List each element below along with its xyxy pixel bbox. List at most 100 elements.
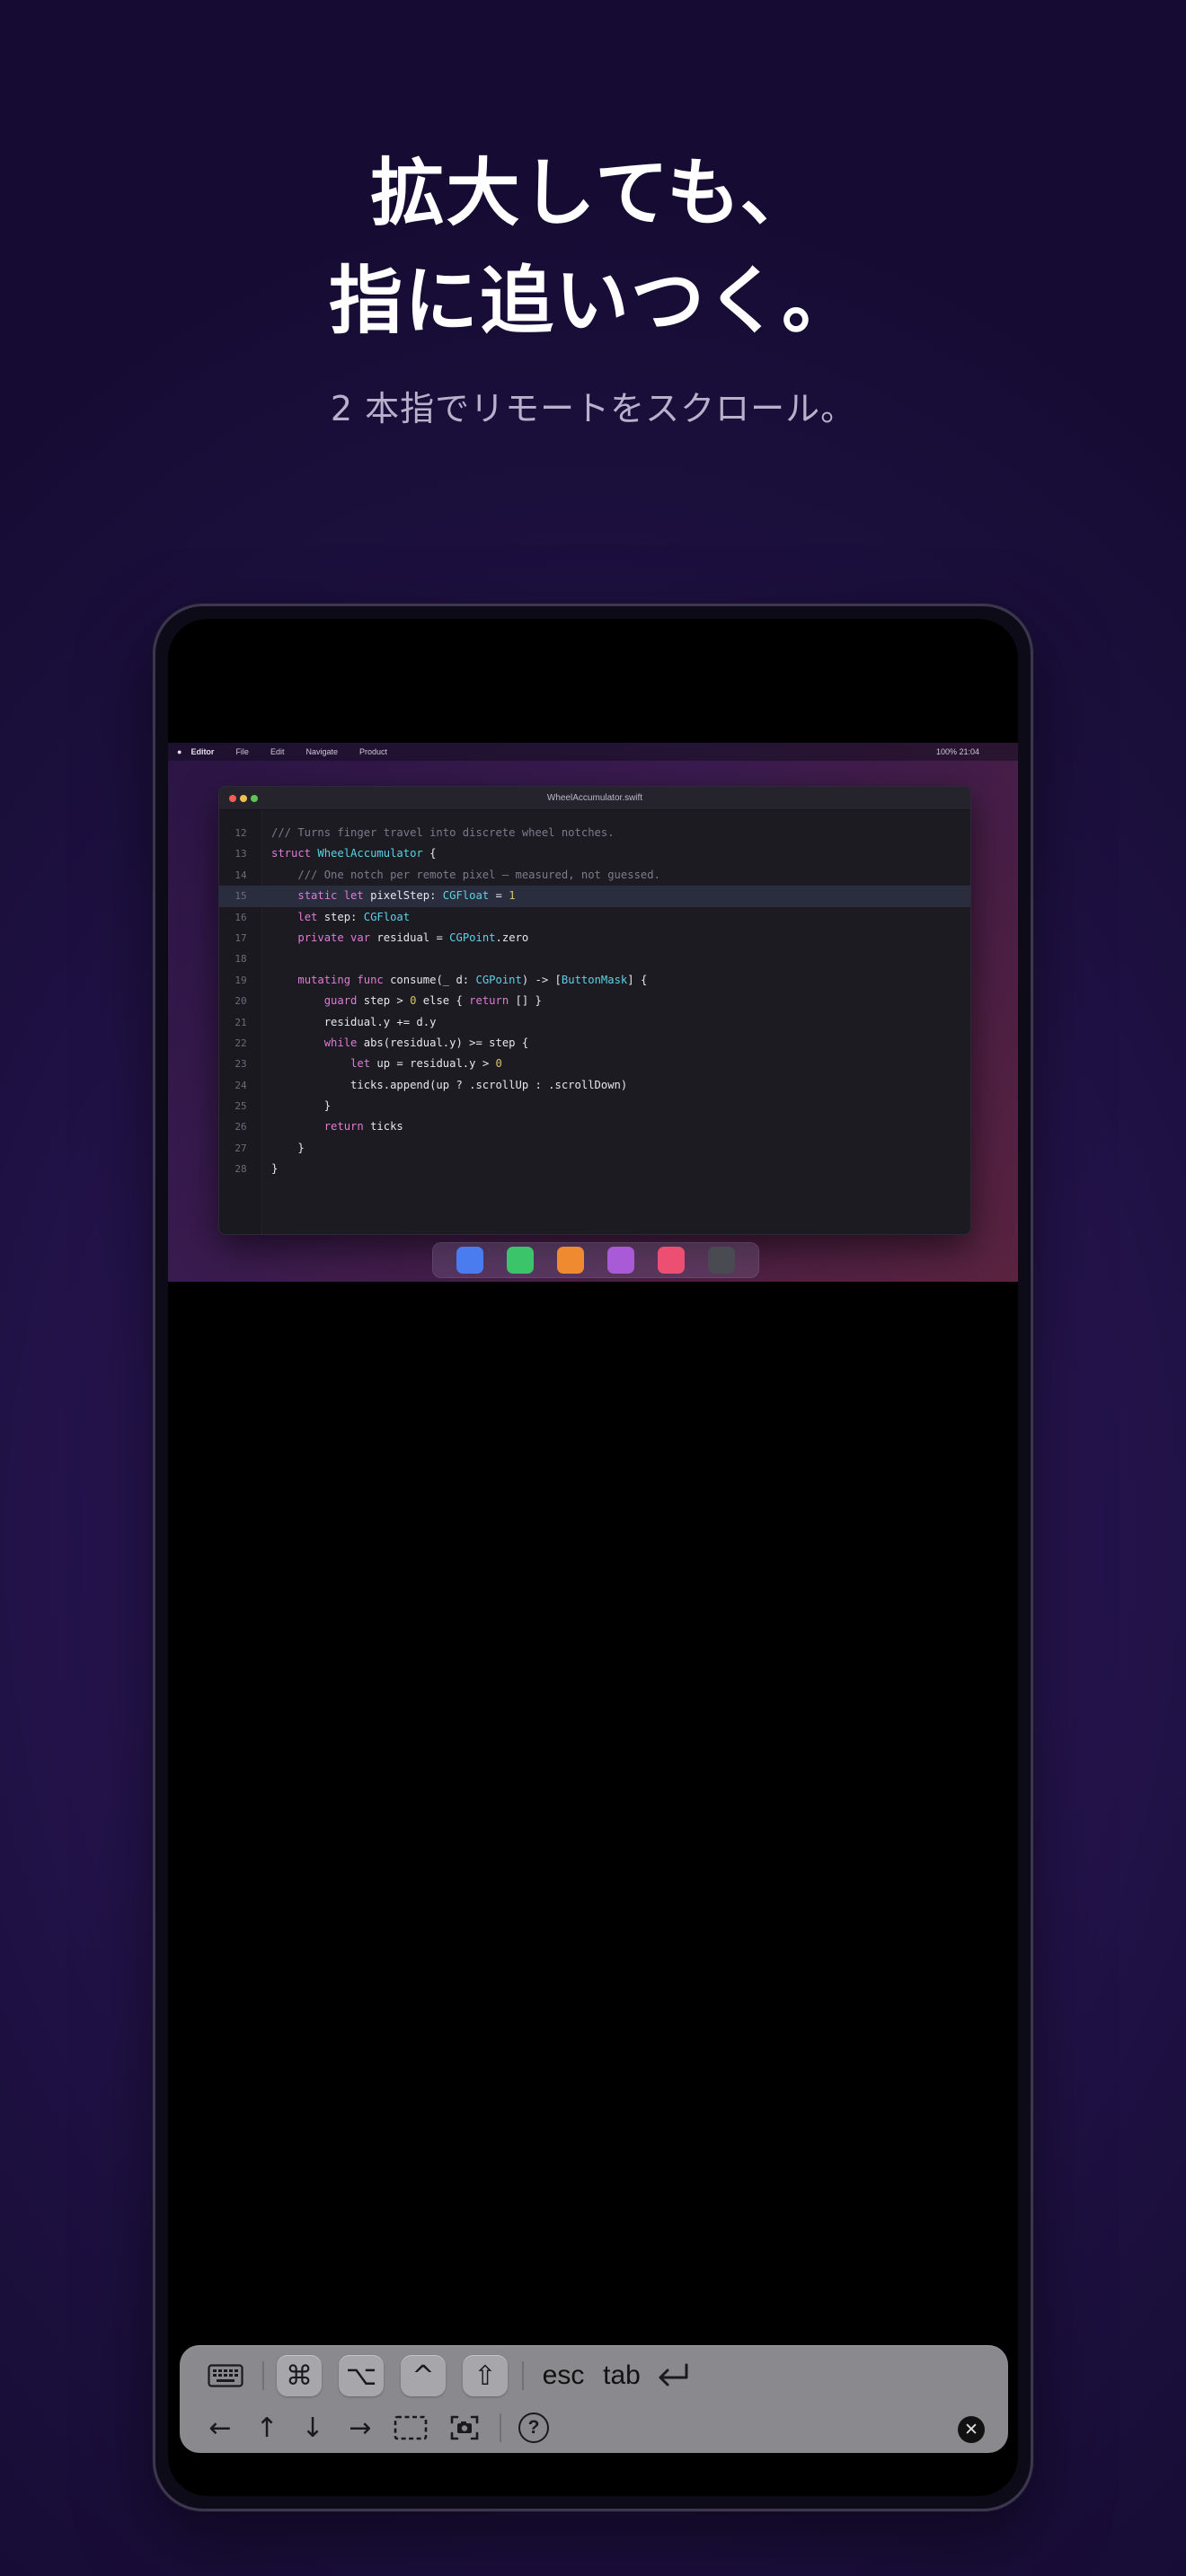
minimize-window-button[interactable] [240,795,247,802]
line-number: 20 [235,995,247,1008]
tab-key[interactable]: tab [597,2355,647,2396]
line-number: 28 [235,1163,247,1176]
code-line[interactable]: 14 /// One notch per remote pixel — meas… [219,865,970,886]
line-number: 24 [235,1079,247,1091]
code-line[interactable]: 18 [219,948,970,969]
code-text: } [271,1162,279,1176]
help-icon: ? [518,2413,549,2443]
dock-app-gray-icon[interactable] [708,1247,735,1274]
esc-key[interactable]: esc [535,2355,591,2396]
dock-app-blue-icon[interactable] [456,1247,483,1274]
screenshot-button[interactable] [444,2407,485,2448]
code-text: static let pixelStep: CGFloat = 1 [297,889,516,903]
code-line[interactable]: 16 let step: CGFloat [219,907,970,928]
headline-line-1: 拡大しても、 [370,151,816,236]
code-text: guard step > 0 else { return [] } [323,994,542,1008]
subheadline: 2 本指でリモートをスクロール。 [330,389,856,428]
arrow-down-key[interactable]: ↓ [293,2407,332,2448]
line-number: 19 [235,974,247,986]
code-line[interactable]: 26 return ticks [219,1116,970,1137]
dock-app-orange-icon[interactable] [557,1247,584,1274]
device-screen: ● Editor File Edit Navigate Product 100%… [168,619,1018,2496]
code-line[interactable]: 22 while abs(residual.y) >= step { [219,1033,970,1054]
window-titlebar[interactable]: WheelAccumulator.swift [219,787,970,810]
code-text: } [271,1099,332,1113]
divider [500,2413,501,2442]
divider [522,2361,524,2390]
code-text: } [271,1141,305,1154]
divider [262,2361,264,2390]
line-number: 21 [235,1016,247,1028]
dock-app-green-icon[interactable] [507,1247,534,1274]
code-text: mutating func consume(_ d: CGPoint) -> [… [297,973,648,986]
menubar-item-product[interactable]: Product [359,747,387,756]
menubar-app-name[interactable]: Editor [190,747,214,756]
code-text: struct WheelAccumulator { [271,847,437,860]
selection-capture-button[interactable] [390,2407,431,2448]
zoom-window-button[interactable] [251,795,258,802]
shift-key[interactable]: ⇧ [463,2355,508,2396]
command-key[interactable]: ⌘ [277,2355,322,2396]
line-number: 14 [235,869,247,881]
code-text: return ticks [323,1120,403,1134]
accessory-row-1: ⌘ ⌥ ^ ⇧ esc tab [180,2351,1008,2401]
keyboard-toggle-button[interactable] [203,2355,248,2396]
code-text: private var residual = CGPoint.zero [297,931,529,944]
return-key[interactable] [652,2355,694,2396]
code-editor[interactable]: 12 /// Turns finger travel into discrete … [219,823,970,1180]
code-line[interactable]: 20 guard step > 0 else { return [] } [219,991,970,1011]
code-text: while abs(residual.y) >= step { [323,1036,529,1049]
screenshot-icon [450,2415,479,2440]
code-text: ticks.append(up ? .scrollUp : .scrollDow… [271,1078,628,1091]
arrow-up-key[interactable]: ↑ [247,2407,287,2448]
keyboard-icon [208,2364,243,2387]
option-key[interactable]: ⌥ [339,2355,384,2396]
code-line[interactable]: 21 residual.y += d.y [219,1012,970,1033]
line-number: 17 [235,931,247,944]
code-line[interactable]: 27 } [219,1138,970,1159]
line-number: 13 [235,848,247,860]
dock [432,1242,759,1278]
menubar-status: 100% 21:04 [935,747,979,756]
line-number: 23 [235,1058,247,1071]
code-line[interactable]: 17 private var residual = CGPoint.zero [219,928,970,948]
control-key[interactable]: ^ [401,2355,446,2396]
code-text: let step: CGFloat [297,910,411,923]
device-frame: ● Editor File Edit Navigate Product 100%… [153,604,1033,2511]
menubar-item-edit[interactable]: Edit [270,747,285,756]
code-text: /// Turns finger travel into discrete wh… [271,826,615,839]
keyboard-accessory-bar: ⌘ ⌥ ^ ⇧ esc tab ← ↑ ↓ → ? ✕ [180,2345,1008,2453]
arrow-right-key[interactable]: → [340,2407,381,2448]
code-line[interactable]: 24 ticks.append(up ? .scrollUp : .scroll… [219,1075,970,1096]
code-line[interactable]: 28} [219,1159,970,1179]
line-number: 22 [235,1037,247,1049]
code-line[interactable]: 12 /// Turns finger travel into discrete … [219,823,970,843]
close-icon: ✕ [964,2420,978,2439]
arrow-left-key[interactable]: ← [199,2407,241,2448]
code-line[interactable]: 23 let up = residual.y > 0 [219,1054,970,1074]
close-bar-button[interactable]: ✕ [958,2416,985,2443]
line-number: 25 [235,1100,247,1113]
selection-rectangle-icon [394,2415,428,2440]
help-button[interactable]: ? [514,2407,553,2448]
line-number: 27 [235,1142,247,1154]
remote-desktop[interactable]: ● Editor File Edit Navigate Product 100%… [168,743,1018,1282]
dock-app-purple-icon[interactable] [607,1247,634,1274]
code-line[interactable]: 25 } [219,1096,970,1116]
return-icon [659,2363,688,2386]
code-line[interactable]: 15 static let pixelStep: CGFloat = 1 [219,886,970,907]
editor-window[interactable]: WheelAccumulator.swift 12 /// Turns finge… [218,786,971,1235]
menubar-item-navigate[interactable]: Navigate [305,747,338,756]
line-number: 16 [235,911,247,923]
dock-app-pink-icon[interactable] [658,1247,685,1274]
remote-menubar: ● Editor File Edit Navigate Product 100%… [168,743,1018,761]
menubar-item-file[interactable]: File [235,747,249,756]
code-text: residual.y += d.y [271,1015,437,1028]
code-line[interactable]: 19 mutating func consume(_ d: CGPoint) -… [219,970,970,991]
line-number: 15 [235,890,247,903]
apple-menu-icon[interactable]: ● [177,747,181,756]
headline-line-2: 指に追いつく。 [328,259,857,344]
close-window-button[interactable] [229,795,236,802]
code-line[interactable]: 13 struct WheelAccumulator { [219,843,970,864]
code-text: /// One notch per remote pixel — measure… [297,868,660,881]
